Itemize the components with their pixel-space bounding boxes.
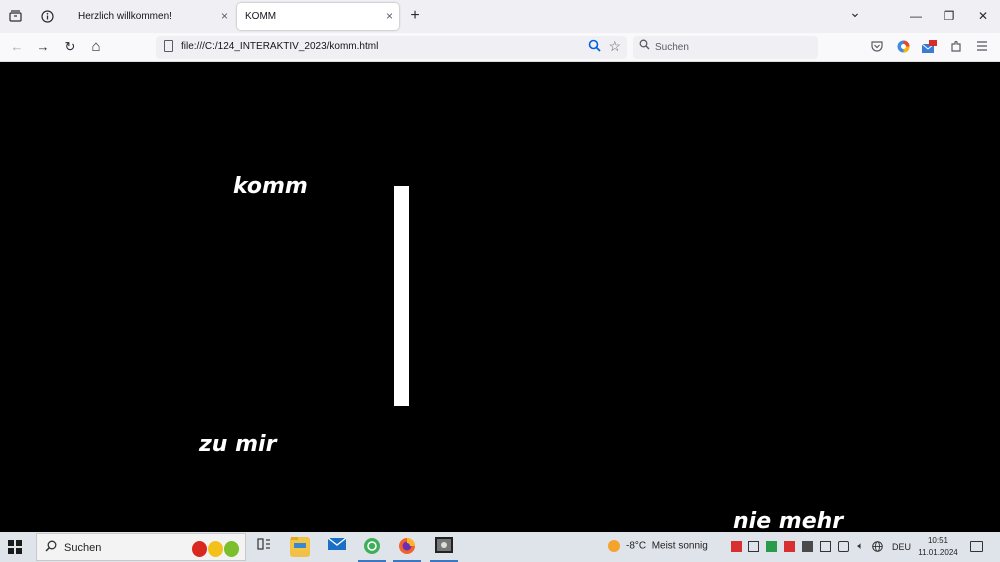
tray-red-icon[interactable] bbox=[784, 541, 795, 552]
clock-time: 10:51 bbox=[927, 536, 949, 545]
battery-icon[interactable] bbox=[838, 541, 849, 552]
restore-icon[interactable]: ❐ bbox=[934, 6, 964, 26]
word-komm: komm bbox=[233, 174, 308, 199]
taskbar-search[interactable]: Suchen bbox=[36, 533, 246, 561]
chevron-down-icon[interactable]: ⌄ bbox=[846, 3, 864, 21]
windows-start-icon[interactable] bbox=[8, 540, 22, 554]
file-explorer-icon[interactable] bbox=[290, 537, 310, 557]
weather-widget[interactable]: -8°C Meist sonnig bbox=[608, 540, 708, 552]
photo-app-icon[interactable] bbox=[430, 537, 458, 562]
language-indicator[interactable]: DEU bbox=[892, 542, 911, 552]
task-view-icon[interactable] bbox=[254, 537, 274, 557]
search-icon bbox=[639, 39, 650, 53]
tab-overview-icon[interactable] bbox=[6, 7, 24, 25]
clock[interactable]: 10:51 11.01.2024 bbox=[916, 535, 960, 559]
tab-bar: Herzlich willkommen! × KOMM × + ⌄ — ❐ ✕ bbox=[0, 0, 1000, 33]
forward-icon[interactable]: → bbox=[34, 38, 52, 56]
tab-herzlich-willkommen[interactable]: Herzlich willkommen! × bbox=[70, 3, 234, 30]
mail-extension-icon[interactable] bbox=[921, 40, 937, 54]
tray-shield-icon[interactable] bbox=[766, 541, 777, 552]
url-text[interactable]: file:///C:/124_INTERAKTIV_2023/komm.html bbox=[181, 41, 378, 52]
search-icon bbox=[45, 540, 57, 555]
url-bar[interactable]: file:///C:/124_INTERAKTIV_2023/komm.html… bbox=[156, 36, 627, 59]
weather-temp: -8°C bbox=[626, 540, 647, 552]
volume-icon[interactable]: 🔈︎ bbox=[855, 541, 866, 552]
tray-printer-icon[interactable] bbox=[820, 541, 831, 552]
new-tab-icon[interactable]: + bbox=[406, 7, 424, 25]
home-icon[interactable]: ⌂ bbox=[87, 38, 105, 56]
taskbar-search-label: Suchen bbox=[64, 542, 102, 554]
tab-title: KOMM bbox=[245, 11, 277, 22]
extensions-icon[interactable] bbox=[949, 40, 963, 54]
word-nie-mehr: nie mehr bbox=[733, 509, 844, 532]
tab-title: Herzlich willkommen! bbox=[78, 11, 172, 22]
close-tab-icon[interactable]: × bbox=[221, 9, 228, 23]
page-content: komm zu mir nie mehr bbox=[0, 62, 1000, 532]
tray-dark-icon[interactable] bbox=[802, 541, 813, 552]
pocket-icon[interactable] bbox=[870, 40, 884, 54]
apple-green-icon bbox=[224, 541, 239, 557]
tray-monitor-icon[interactable] bbox=[748, 541, 759, 552]
white-vertical-bar bbox=[394, 186, 409, 406]
navigation-bar: ← → ↻ ⌂ file:///C:/124_INTERAKTIV_2023/k… bbox=[0, 33, 1000, 62]
apple-red-icon bbox=[192, 541, 207, 557]
weather-sun-icon bbox=[608, 540, 620, 552]
menu-icon[interactable] bbox=[975, 40, 989, 54]
network-globe-icon[interactable] bbox=[872, 541, 883, 552]
taskbar: Suchen -8°C Meist sonnig 🔈︎ DEU 10:51 11… bbox=[0, 532, 1000, 562]
close-window-icon[interactable]: ✕ bbox=[968, 6, 998, 26]
search-input[interactable]: Suchen bbox=[655, 42, 689, 53]
minimize-icon[interactable]: — bbox=[901, 6, 931, 26]
firefox-account-icon[interactable] bbox=[896, 40, 910, 54]
app-green-icon[interactable] bbox=[358, 537, 386, 562]
back-icon[interactable]: ← bbox=[8, 38, 26, 56]
mail-icon[interactable] bbox=[327, 537, 347, 557]
search-bar[interactable]: Suchen bbox=[633, 36, 818, 59]
search-icon[interactable] bbox=[588, 39, 601, 55]
close-tab-icon[interactable]: × bbox=[386, 9, 393, 23]
notification-icon[interactable] bbox=[970, 541, 983, 552]
tab-komm[interactable]: KOMM × bbox=[237, 3, 399, 30]
word-zu-mir: zu mir bbox=[199, 432, 277, 457]
page-icon bbox=[164, 40, 173, 52]
clock-date: 11.01.2024 bbox=[918, 548, 958, 557]
firefox-icon[interactable] bbox=[393, 537, 421, 562]
info-icon[interactable] bbox=[38, 7, 56, 25]
reload-icon[interactable]: ↻ bbox=[61, 38, 79, 56]
apple-yellow-icon bbox=[208, 541, 223, 557]
bookmark-star-icon[interactable]: ☆ bbox=[608, 38, 621, 55]
tray-app-icon[interactable] bbox=[731, 541, 742, 552]
weather-text: Meist sonnig bbox=[651, 540, 708, 552]
